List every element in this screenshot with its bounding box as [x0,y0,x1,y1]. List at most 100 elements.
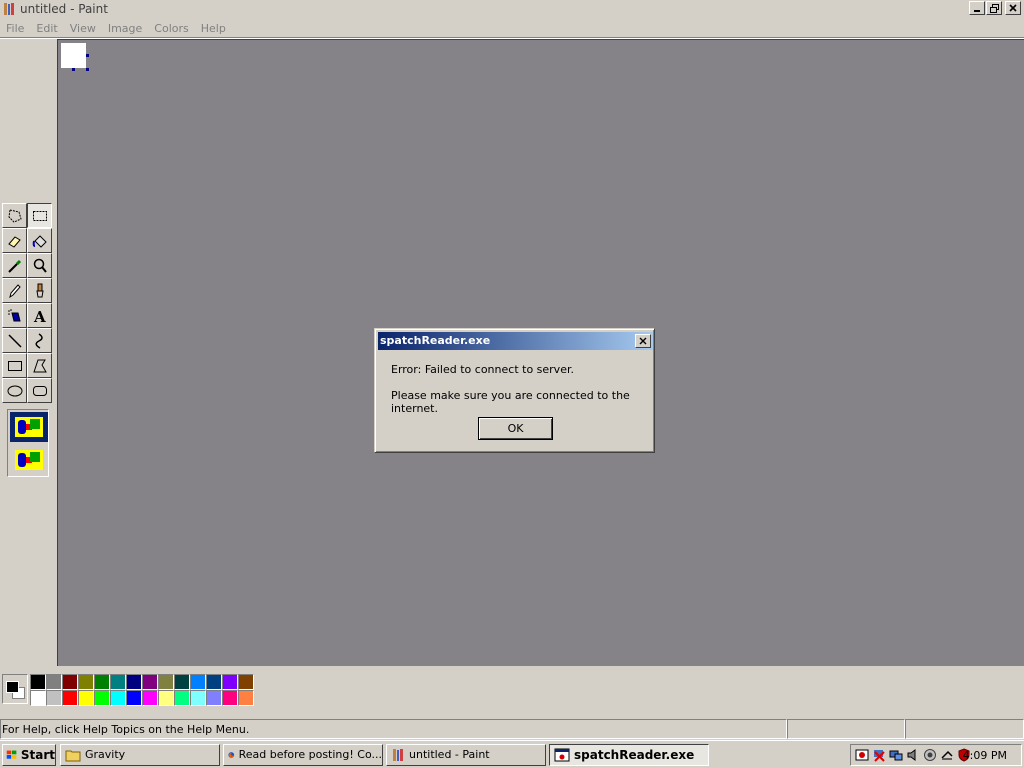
error-dialog: spatchReader.exe Error: Failed to connec… [374,328,655,453]
taskbar-item-paint[interactable]: untitled - Paint [386,743,546,766]
color-swatch[interactable] [30,690,46,706]
color-swatch[interactable] [46,690,62,706]
resize-handle-corner[interactable] [86,68,89,71]
color-swatch[interactable] [142,674,158,690]
close-button[interactable] [1005,1,1021,15]
resize-handle-bottom[interactable] [72,68,75,71]
device-icon[interactable] [940,748,954,762]
airbrush-tool-icon[interactable] [2,303,27,328]
free-select-tool-icon[interactable] [2,203,27,228]
rect-select-tool-icon[interactable] [27,203,52,228]
color-swatch[interactable] [238,690,254,706]
status-help-text: For Help, click Help Topics on the Help … [0,719,787,739]
volume-icon[interactable] [906,748,920,762]
app-window-icon [554,748,570,761]
color-swatch[interactable] [126,674,142,690]
menu-file[interactable]: File [0,22,30,35]
color-swatch[interactable] [78,690,94,706]
transparent-background-option-icon[interactable] [10,445,48,475]
color-swatch[interactable] [174,674,190,690]
menu-help[interactable]: Help [195,22,232,35]
color-swatch[interactable] [78,674,94,690]
menu-colors[interactable]: Colors [148,22,194,35]
network-icon[interactable] [889,748,903,762]
taskbar-item-label: Gravity [85,748,126,761]
fill-bucket-tool-icon[interactable] [27,228,52,253]
menu-view[interactable]: View [64,22,102,35]
clock[interactable]: 4:09 PM [963,749,1007,762]
ellipse-tool-icon[interactable] [2,378,27,403]
text-tool-icon[interactable]: A [27,303,52,328]
paint-app-icon [2,2,16,16]
toolbox: A [2,203,52,477]
dialog-close-button[interactable] [635,334,651,348]
rectangle-tool-icon[interactable] [2,353,27,378]
eraser-tool-icon[interactable] [2,228,27,253]
color-swatch[interactable] [46,674,62,690]
dialog-hint-message: Please make sure you are connected to th… [391,389,630,415]
dialog-title-bar[interactable]: spatchReader.exe [378,332,653,350]
color-picker-tool-icon[interactable] [2,253,27,278]
color-swatch[interactable] [94,690,110,706]
taskbar-item-label: untitled - Paint [409,748,490,761]
color-swatch[interactable] [190,690,206,706]
restore-button[interactable] [986,1,1002,15]
taskbar-item-gravity[interactable]: Gravity [60,743,220,766]
network-disconnected-icon[interactable] [872,748,886,762]
magnifier-tool-icon[interactable] [27,253,52,278]
minimize-button[interactable] [969,1,985,15]
status-size [905,719,1024,739]
taskbar: Start Gravity Read before posting! Co...… [0,740,1024,768]
ok-button[interactable]: OK [478,417,553,440]
rounded-rect-tool-icon[interactable] [27,378,52,403]
color-swatch[interactable] [238,674,254,690]
brush-tool-icon[interactable] [27,278,52,303]
title-bar[interactable]: untitled - Paint [0,0,1024,18]
line-tool-icon[interactable] [2,328,27,353]
taskbar-item-label: spatchReader.exe [574,747,695,762]
status-position [787,719,905,739]
color-swatch[interactable] [174,690,190,706]
dialog-error-message: Error: Failed to connect to server. [391,363,574,376]
pencil-tool-icon[interactable] [2,278,27,303]
system-tray: 4:09 PM [850,744,1022,766]
svg-text:A: A [33,308,46,325]
menu-image[interactable]: Image [102,22,148,35]
color-swatch[interactable] [126,690,142,706]
keyboard-layout-icon[interactable] [855,748,869,762]
color-swatch[interactable] [110,690,126,706]
windows-logo-icon [6,750,17,759]
color-swatch[interactable] [206,674,222,690]
polygon-tool-icon[interactable] [27,353,52,378]
color-swatch[interactable] [142,690,158,706]
paint-icon [393,748,403,761]
dialog-title: spatchReader.exe [380,334,491,347]
color-swatch[interactable] [190,674,206,690]
security-icon[interactable] [923,748,937,762]
window-title: untitled - Paint [20,2,108,16]
firefox-icon [228,751,235,758]
color-swatch[interactable] [158,674,174,690]
color-swatch[interactable] [94,674,110,690]
folder-icon [65,750,81,761]
taskbar-item-spatchreader[interactable]: spatchReader.exe [549,743,709,766]
paint-window: untitled - Paint File Edit View Image Co… [0,0,1024,740]
color-swatch[interactable] [110,674,126,690]
color-swatch[interactable] [222,674,238,690]
color-swatch[interactable] [62,690,78,706]
taskbar-item-firefox[interactable]: Read before posting! Co... [223,743,383,766]
color-swatch[interactable] [158,690,174,706]
color-swatch[interactable] [206,690,222,706]
menu-edit[interactable]: Edit [30,22,63,35]
color-swatch[interactable] [222,690,238,706]
current-colors[interactable] [2,674,28,704]
menu-bar: File Edit View Image Colors Help [0,19,1024,37]
curve-tool-icon[interactable] [27,328,52,353]
drawing-canvas[interactable] [61,43,86,68]
color-swatch[interactable] [30,674,46,690]
tool-options-box [7,409,49,477]
resize-handle-right[interactable] [86,54,89,57]
opaque-background-option-icon[interactable] [10,412,48,442]
color-swatch[interactable] [62,674,78,690]
start-button[interactable]: Start [2,743,56,766]
